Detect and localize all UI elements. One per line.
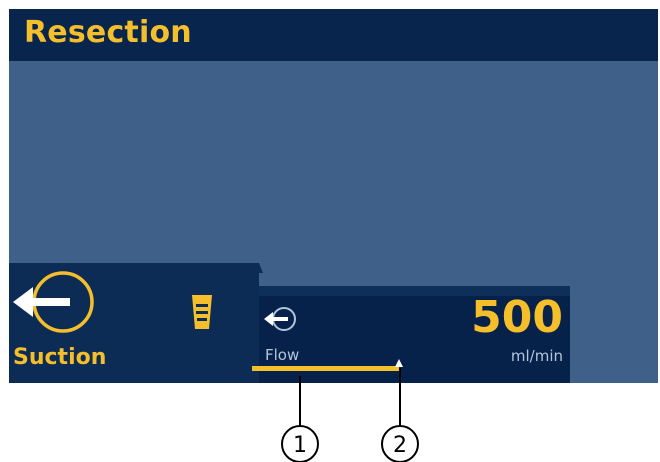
callout-annotations: 1 2 [281, 368, 419, 462]
callout-2-number: 2 [393, 433, 407, 458]
callout-1-number: 1 [293, 433, 307, 458]
